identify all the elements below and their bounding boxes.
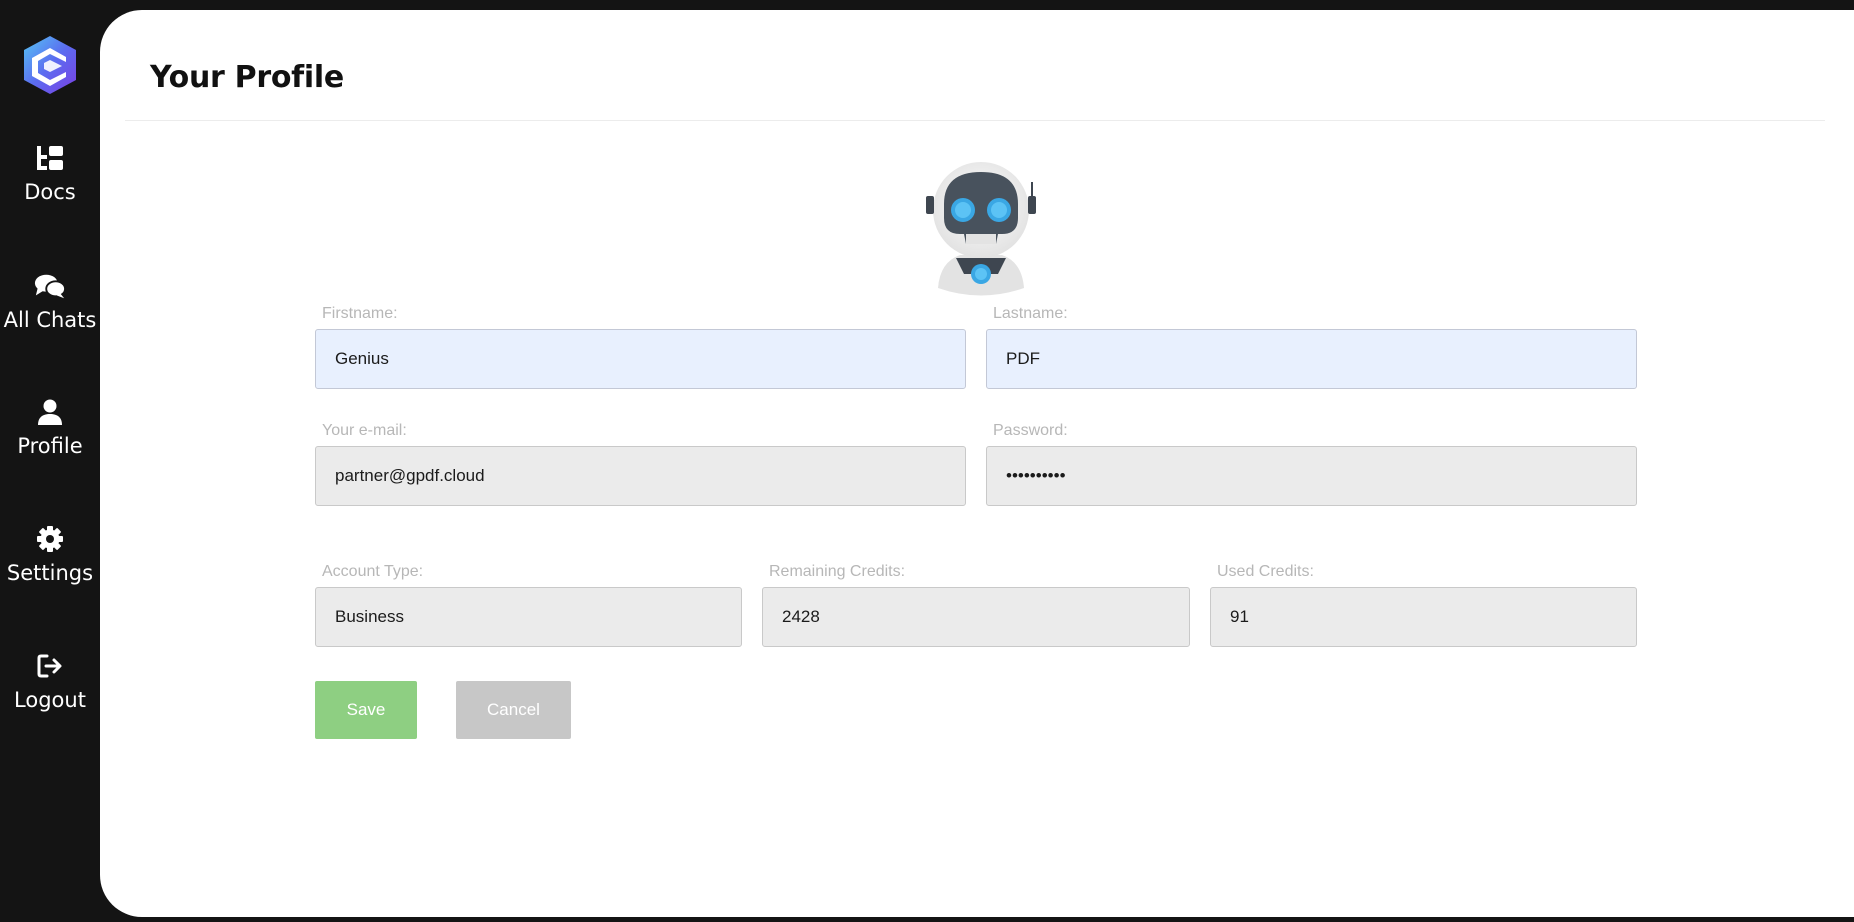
email-label: Your e-mail: <box>322 422 407 439</box>
remaining-credits-label: Remaining Credits: <box>769 563 906 580</box>
robot-avatar-icon <box>920 158 1042 298</box>
page-title: Your Profile <box>150 60 344 95</box>
sidebar-item-logout[interactable]: Logout <box>0 650 100 740</box>
remaining-credits-field: Remaining Credits: <box>762 561 1190 647</box>
sidebar-item-profile[interactable]: Profile <box>0 396 100 486</box>
firstname-label: Firstname: <box>322 305 398 322</box>
account-type-input[interactable] <box>315 587 742 647</box>
lastname-label: Lastname: <box>993 305 1068 322</box>
account-type-label: Account Type: <box>322 563 424 580</box>
lastname-field: Lastname: <box>986 303 1637 389</box>
cancel-button[interactable]: Cancel <box>456 681 571 739</box>
sidebar: Docs All Chats Profile Settings Logout <box>0 0 100 922</box>
sidebar-item-label: All Chats <box>3 308 97 332</box>
sidebar-item-all-chats[interactable]: All Chats <box>0 270 100 360</box>
password-field: Password: <box>986 420 1637 506</box>
sidebar-item-label: Logout <box>14 688 86 712</box>
save-button[interactable]: Save <box>315 681 417 739</box>
email-input[interactable] <box>315 446 966 506</box>
sidebar-item-settings[interactable]: Settings <box>0 523 100 613</box>
sidebar-item-label: Settings <box>6 561 94 585</box>
used-credits-input[interactable] <box>1210 587 1637 647</box>
main-panel: Your Profile Firstname: Genius Lastname:… <box>100 10 1854 917</box>
firstname-field: Firstname: <box>315 303 966 389</box>
password-label: Password: <box>993 422 1068 439</box>
sidebar-item-label: Docs <box>24 180 76 204</box>
lastname-input[interactable] <box>986 329 1637 389</box>
sidebar-item-label: Profile <box>17 434 83 458</box>
logout-icon <box>34 650 66 682</box>
app-logo[interactable] <box>22 34 78 96</box>
docs-icon <box>34 142 66 174</box>
header-divider <box>125 120 1825 121</box>
sidebar-item-docs[interactable]: Docs <box>0 142 100 232</box>
user-icon <box>34 396 66 428</box>
gear-icon <box>34 523 66 555</box>
chats-icon <box>34 270 66 302</box>
used-credits-field: Used Credits: <box>1210 561 1637 647</box>
remaining-credits-input[interactable] <box>762 587 1190 647</box>
firstname-input[interactable] <box>315 329 966 389</box>
account-type-field: Account Type: <box>315 561 742 647</box>
password-input[interactable] <box>986 446 1637 506</box>
used-credits-label: Used Credits: <box>1217 563 1314 580</box>
email-field: Your e-mail: <box>315 420 966 506</box>
